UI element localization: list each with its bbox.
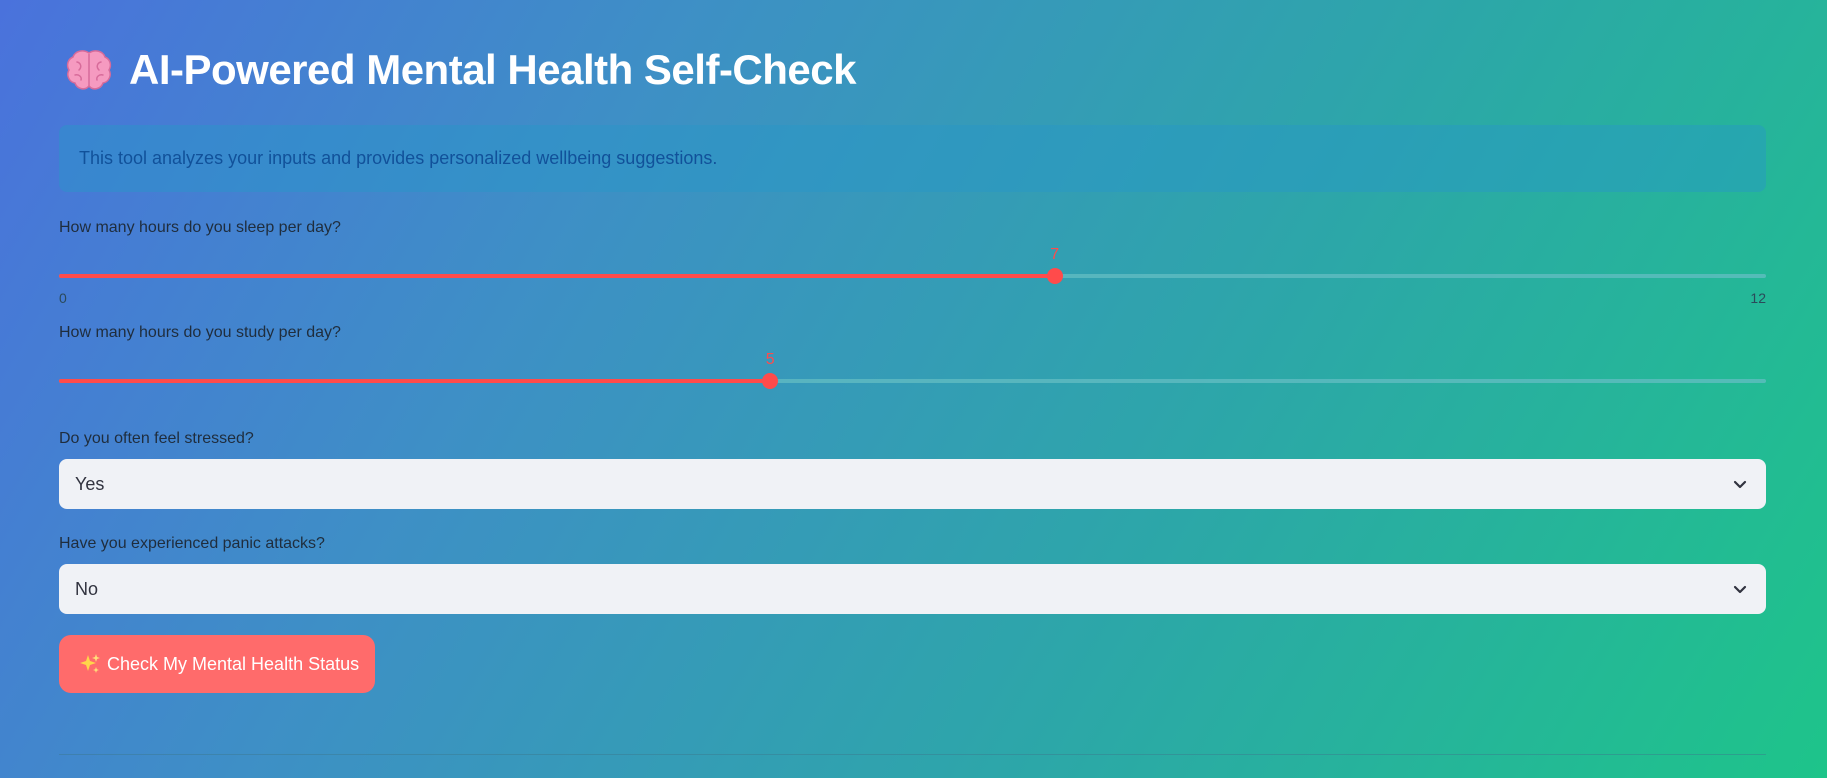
slider-value-label: 5 bbox=[765, 351, 775, 368]
info-text: This tool analyzes your inputs and provi… bbox=[79, 148, 718, 168]
slider-fill bbox=[59, 274, 1055, 278]
divider bbox=[59, 754, 1766, 755]
slider-max-label: 12 bbox=[1750, 290, 1766, 306]
sparkles-icon bbox=[80, 654, 100, 673]
chevron-down-icon bbox=[1733, 480, 1747, 489]
sleep-slider-label: How many hours do you sleep per day? bbox=[59, 219, 341, 236]
select-value: No bbox=[75, 578, 99, 599]
slider-thumb[interactable] bbox=[762, 373, 779, 389]
study-slider-label: How many hours do you study per day? bbox=[59, 324, 341, 341]
sleep-hours-slider[interactable]: 7 bbox=[59, 246, 1766, 292]
select-value: Yes bbox=[75, 473, 105, 494]
brain-icon bbox=[66, 50, 112, 90]
panic-select-label: Have you experienced panic attacks? bbox=[59, 535, 325, 552]
slider-thumb[interactable] bbox=[1046, 268, 1063, 284]
chevron-down-icon bbox=[1733, 585, 1747, 594]
page-title: AI-Powered Mental Health Self-Check bbox=[129, 46, 857, 93]
slider-fill bbox=[59, 379, 771, 383]
panic-attacks-select[interactable]: No bbox=[59, 564, 1766, 614]
page-header: AI-Powered Mental Health Self-Check bbox=[65, 46, 857, 94]
stress-select-label: Do you often feel stressed? bbox=[59, 430, 254, 447]
slider-value-label: 7 bbox=[1050, 246, 1060, 263]
slider-min-label: 0 bbox=[59, 290, 67, 306]
study-hours-slider[interactable]: 5 bbox=[59, 351, 1766, 397]
check-status-button[interactable]: Check My Mental Health Status bbox=[59, 635, 376, 693]
stress-select[interactable]: Yes bbox=[59, 459, 1766, 509]
info-alert: This tool analyzes your inputs and provi… bbox=[59, 125, 1766, 192]
check-button-label: Check My Mental Health Status bbox=[107, 653, 360, 674]
